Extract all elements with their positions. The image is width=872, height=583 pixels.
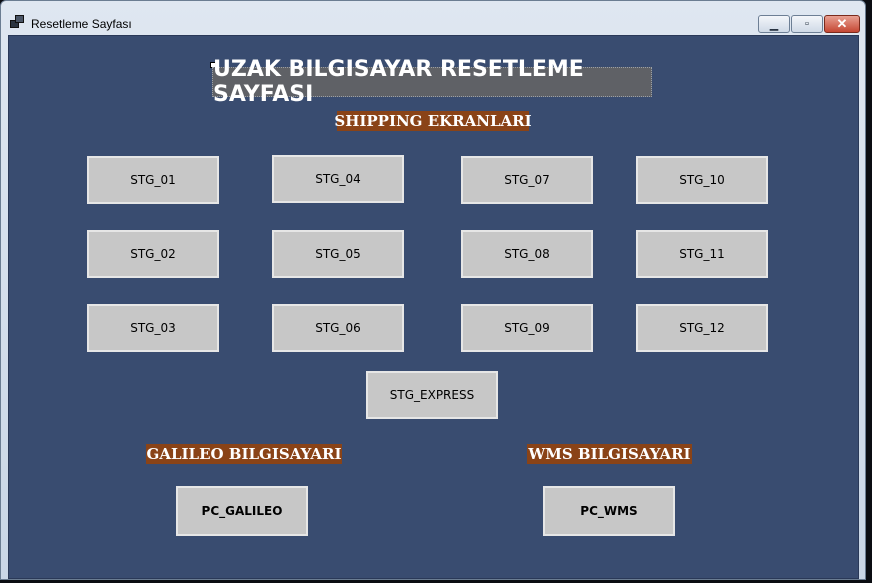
close-button[interactable]: ✕ bbox=[824, 15, 860, 33]
stg-05-button[interactable]: STG_05 bbox=[272, 230, 404, 278]
maximize-icon: ▫ bbox=[805, 18, 809, 30]
stg-04-button[interactable]: STG_04 bbox=[272, 155, 404, 203]
stg-08-button[interactable]: STG_08 bbox=[461, 230, 593, 278]
section-label-wms: WMS BILGISAYARI bbox=[527, 444, 692, 464]
pc-galileo-button[interactable]: PC_GALILEO bbox=[176, 486, 308, 536]
title-bar[interactable]: Resetleme Sayfası ▁ ▫ ✕ bbox=[1, 1, 865, 35]
stg-12-button[interactable]: STG_12 bbox=[636, 304, 768, 352]
stg-03-button[interactable]: STG_03 bbox=[87, 304, 219, 352]
minimize-button[interactable]: ▁ bbox=[758, 15, 790, 33]
window-title: Resetleme Sayfası bbox=[31, 17, 132, 31]
stg-11-button[interactable]: STG_11 bbox=[636, 230, 768, 278]
stg-express-button[interactable]: STG_EXPRESS bbox=[366, 371, 498, 419]
window-app-icon[interactable] bbox=[10, 15, 24, 29]
stg-02-button[interactable]: STG_02 bbox=[87, 230, 219, 278]
stg-01-button[interactable]: STG_01 bbox=[87, 156, 219, 204]
stg-06-button[interactable]: STG_06 bbox=[272, 304, 404, 352]
page-title: UZAK BILGISAYAR RESETLEME SAYFASI bbox=[212, 57, 652, 107]
stg-09-button[interactable]: STG_09 bbox=[461, 304, 593, 352]
close-icon: ✕ bbox=[836, 16, 848, 31]
section-label-galileo: GALILEO BILGISAYARI bbox=[146, 444, 342, 464]
section-label-shipping: SHIPPING EKRANLARI bbox=[334, 111, 532, 131]
stg-07-button[interactable]: STG_07 bbox=[461, 156, 593, 204]
minimize-icon: ▁ bbox=[769, 18, 779, 31]
pc-wms-button[interactable]: PC_WMS bbox=[543, 486, 675, 536]
maximize-button[interactable]: ▫ bbox=[791, 15, 823, 33]
stg-10-button[interactable]: STG_10 bbox=[636, 156, 768, 204]
